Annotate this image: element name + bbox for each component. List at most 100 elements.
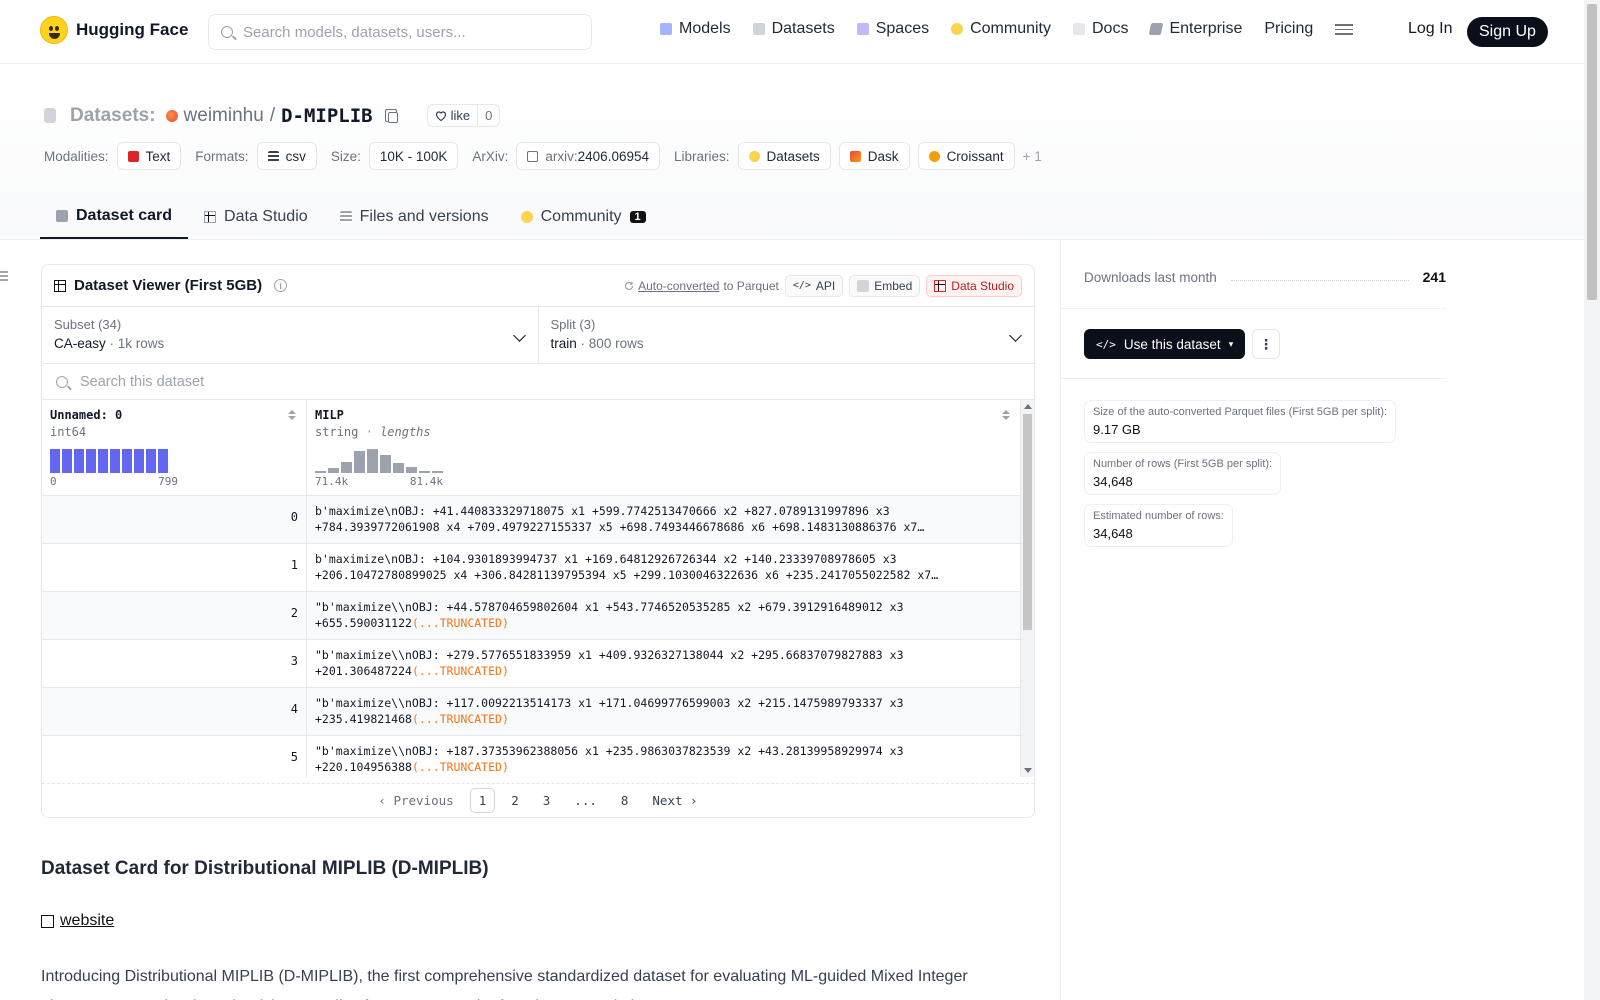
histogram-bar[interactable] <box>122 449 132 473</box>
histogram-bar[interactable] <box>74 449 84 473</box>
signup-button[interactable]: Sign Up <box>1467 17 1548 47</box>
nav-docs[interactable]: Docs <box>1073 20 1128 38</box>
nav-community[interactable]: Community <box>951 20 1051 38</box>
table-row[interactable]: 2 "b'maximize\\nOBJ: +44.578704659802604 … <box>42 592 1020 640</box>
subset-select[interactable]: Subset (34) CA-easy · 1k rows <box>42 307 538 363</box>
histogram-bar[interactable] <box>432 471 443 473</box>
data-studio-button[interactable]: Data Studio <box>926 274 1022 297</box>
scroll-thumb[interactable] <box>1023 414 1032 630</box>
modality-chip[interactable]: Text <box>116 142 182 170</box>
library-chip-datasets[interactable]: Datasets <box>737 142 831 170</box>
histogram-bar[interactable] <box>367 449 378 473</box>
histogram-bar[interactable] <box>98 449 108 473</box>
dataset-search[interactable] <box>42 364 1034 400</box>
like-toggle[interactable]: like <box>428 105 479 126</box>
page-2[interactable]: 2 <box>503 789 527 812</box>
tab-files[interactable]: Files and versions <box>324 195 505 239</box>
owner-avatar[interactable] <box>165 109 178 122</box>
page-1[interactable]: 1 <box>469 788 496 813</box>
auto-converted-note[interactable]: Auto-converted to Parquet <box>624 279 779 293</box>
size-chip[interactable]: 10K - 100K <box>368 142 459 170</box>
scroll-down-icon[interactable] <box>1024 768 1032 773</box>
api-button[interactable]: </> API <box>784 274 844 297</box>
histogram-axis: 0 799 <box>50 475 178 488</box>
auto-converted-link[interactable]: Auto-converted <box>638 279 719 293</box>
table-row[interactable]: 3 "b'maximize\\nOBJ: +279.5776551833959 x… <box>42 640 1020 688</box>
login-link[interactable]: Log In <box>1408 20 1452 38</box>
tab-community[interactable]: Community 1 <box>505 195 662 239</box>
histogram-bar[interactable] <box>134 449 144 473</box>
histogram-bar[interactable] <box>406 467 417 473</box>
histogram-bar[interactable] <box>146 449 156 473</box>
page-3[interactable]: 3 <box>535 789 559 812</box>
milp-cell[interactable]: "b'maximize\\nOBJ: +117.0092213514173 x1… <box>307 688 1020 735</box>
global-search[interactable] <box>208 14 592 50</box>
global-search-input[interactable] <box>243 23 563 41</box>
milp-cell[interactable]: b'maximize\nOBJ: +41.440833329718075 x1 … <box>307 496 1020 543</box>
histogram-bar[interactable] <box>62 449 72 473</box>
nav-pricing[interactable]: Pricing <box>1264 20 1313 38</box>
dataset-search-input[interactable] <box>80 373 400 390</box>
nav-more-menu[interactable] <box>1335 24 1354 35</box>
milp-cell[interactable]: b'maximize\nOBJ: +104.9301893994737 x1 +… <box>307 544 1020 591</box>
sidebar-separator <box>1061 378 1446 379</box>
repo-name[interactable]: D-MIPLIB <box>281 105 373 127</box>
table-row[interactable]: 4 "b'maximize\\nOBJ: +117.0092213514173 x… <box>42 688 1020 736</box>
histogram-bar[interactable] <box>341 462 352 473</box>
copy-icon[interactable] <box>384 109 398 123</box>
more-options-button[interactable]: ⋮ <box>1252 329 1280 359</box>
tab-dataset-card[interactable]: Dataset card <box>40 195 189 239</box>
nav-enterprise[interactable]: Enterprise <box>1149 20 1242 38</box>
toc-toggle-icon[interactable] <box>0 270 10 282</box>
rows-stat: Number of rows (First 5GB per split): 34… <box>1084 452 1282 495</box>
table-row[interactable]: 5 "b'maximize\\nOBJ: +187.37353962388056 … <box>42 736 1020 777</box>
histogram-bar[interactable] <box>354 451 365 473</box>
histogram-bar[interactable] <box>419 471 430 473</box>
nav-spaces[interactable]: Spaces <box>856 20 929 38</box>
library-chip-croissant[interactable]: Croissant <box>917 142 1015 170</box>
table-row[interactable]: 0 b'maximize\nOBJ: +41.440833329718075 x1… <box>42 496 1020 544</box>
histogram-bar[interactable] <box>393 463 404 473</box>
histogram-bar[interactable] <box>50 449 60 473</box>
nav-datasets[interactable]: Datasets <box>752 20 835 38</box>
page-scroll-thumb[interactable] <box>1587 4 1597 300</box>
scroll-up-icon[interactable] <box>1024 404 1032 409</box>
owner-link[interactable]: weiminhu <box>184 105 264 127</box>
column-name: MILP <box>315 408 344 422</box>
page-8[interactable]: 8 <box>613 789 637 812</box>
brand-logo[interactable]: Hugging Face <box>40 16 188 44</box>
milp-cell[interactable]: "b'maximize\\nOBJ: +44.578704659802604 x… <box>307 592 1020 639</box>
column-header-unnamed[interactable]: Unnamed: 0 int64 0 799 <box>42 400 307 495</box>
website-link[interactable]: website <box>60 912 114 930</box>
histogram-bar[interactable] <box>86 449 96 473</box>
arxiv-chip[interactable]: arxiv: 2406.06954 <box>516 142 660 170</box>
format-chip[interactable]: csv <box>256 142 317 170</box>
arxiv-prefix: arxiv: <box>545 148 578 164</box>
histogram-bar[interactable] <box>110 449 120 473</box>
table-scrollbar[interactable] <box>1020 400 1034 777</box>
datasets-icon <box>752 23 765 35</box>
like-count[interactable]: 0 <box>478 108 499 123</box>
use-dataset-button[interactable]: </> Use this dataset ▾ <box>1084 329 1246 359</box>
next-page[interactable]: Next › <box>644 789 705 812</box>
nav-models[interactable]: Models <box>660 20 731 38</box>
page-scrollbar[interactable] <box>1584 0 1600 1000</box>
milp-cell[interactable]: "b'maximize\\nOBJ: +279.5776551833959 x1… <box>307 640 1020 687</box>
milp-cell[interactable]: "b'maximize\\nOBJ: +187.37353962388056 x… <box>307 736 1020 777</box>
embed-button[interactable]: Embed <box>849 274 921 297</box>
info-icon[interactable]: i <box>274 279 288 292</box>
histogram-bar[interactable] <box>158 449 168 473</box>
tab-data-studio[interactable]: Data Studio <box>188 195 324 239</box>
split-select[interactable]: Split (3) train · 800 rows <box>537 307 1035 363</box>
table-row[interactable]: 1 b'maximize\nOBJ: +104.9301893994737 x1 … <box>42 544 1020 592</box>
section-label[interactable]: Datasets: <box>70 105 156 127</box>
library-chip-dask[interactable]: Dask <box>838 142 910 170</box>
previous-page[interactable]: ‹ Previous <box>370 789 461 812</box>
histogram-bar[interactable] <box>328 468 339 473</box>
column-header-milp[interactable]: MILP string · lengths 71.4k 81.4k <box>307 400 1020 495</box>
histogram-bar[interactable] <box>315 471 326 473</box>
histogram-bar[interactable] <box>380 455 391 473</box>
libraries-more[interactable]: + 1 <box>1023 149 1042 164</box>
milp-line-2: +235.419821468 <box>315 712 412 726</box>
like-button[interactable]: like 0 <box>426 104 501 127</box>
